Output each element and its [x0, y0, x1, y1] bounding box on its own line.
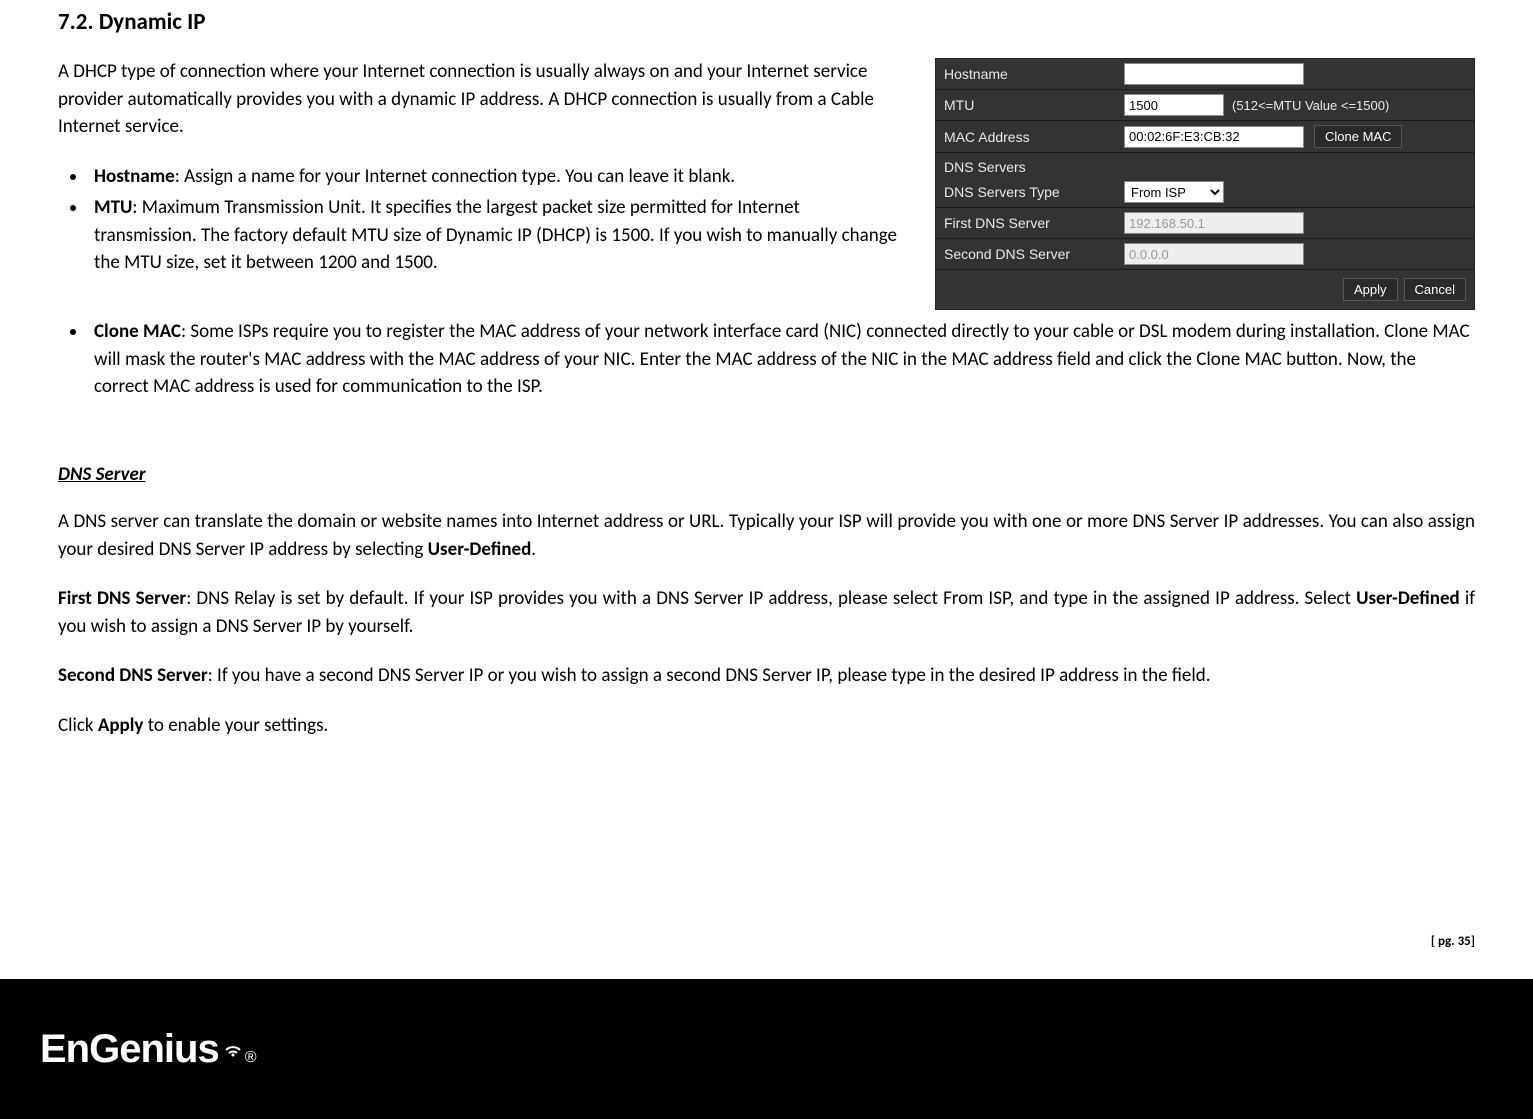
list-item: MTU: Maximum Transmission Unit. It speci…: [88, 194, 905, 277]
registered-mark: ®: [245, 1049, 257, 1067]
bullet-label: Clone MAC: [94, 320, 181, 343]
second-dns-input[interactable]: [1124, 243, 1304, 265]
dns-p2: First DNS Server: DNS Relay is set by de…: [58, 585, 1475, 640]
list-item: Hostname: Assign a name for your Interne…: [88, 163, 905, 191]
bullet-list-cont: Clone MAC: Some ISPs require you to regi…: [58, 318, 1475, 401]
section-number: 7.2.: [58, 8, 94, 36]
section-title: 7.2. Dynamic IP: [58, 8, 1475, 36]
dns-server-heading: DNS Server: [58, 461, 1475, 489]
dns-p1: A DNS server can translate the domain or…: [58, 508, 1475, 563]
router-config-panel: Hostname MTU (512<=MTU Value <=1500) MAC…: [935, 58, 1475, 310]
dns-type-label: DNS Servers Type: [944, 184, 1124, 200]
mtu-hint: (512<=MTU Value <=1500): [1232, 98, 1389, 113]
first-dns-input[interactable]: [1124, 212, 1304, 234]
bullet-list: Hostname: Assign a name for your Interne…: [58, 163, 905, 277]
footer-bar: EnGenius ®: [0, 979, 1533, 1119]
cancel-button[interactable]: Cancel: [1404, 278, 1466, 301]
mac-label: MAC Address: [944, 129, 1124, 145]
bullet-desc: : Assign a name for your Internet connec…: [175, 165, 735, 188]
bullet-desc: : Maximum Transmission Unit. It specifie…: [94, 196, 897, 274]
mtu-input[interactable]: [1124, 94, 1224, 116]
page-number: [ pg. 35]: [1431, 934, 1475, 949]
dns-servers-header: DNS Servers: [936, 153, 1474, 177]
wifi-icon: [223, 1038, 243, 1063]
second-dns-label: Second DNS Server: [944, 246, 1124, 262]
section-name: Dynamic IP: [99, 8, 206, 36]
list-item: Clone MAC: Some ISPs require you to regi…: [88, 318, 1475, 401]
apply-button[interactable]: Apply: [1343, 278, 1398, 301]
mac-input[interactable]: [1124, 126, 1304, 148]
bullet-label: Hostname: [94, 165, 175, 188]
dns-type-select[interactable]: From ISP: [1124, 181, 1224, 203]
hostname-label: Hostname: [944, 66, 1124, 82]
bullet-label: MTU: [94, 196, 132, 219]
clone-mac-button[interactable]: Clone MAC: [1314, 125, 1402, 148]
engenius-logo: EnGenius ®: [40, 1027, 257, 1072]
first-dns-label: First DNS Server: [944, 215, 1124, 231]
hostname-input[interactable]: [1124, 63, 1304, 85]
dns-p3: Second DNS Server: If you have a second …: [58, 662, 1475, 690]
mtu-label: MTU: [944, 97, 1124, 113]
intro-paragraph: A DHCP type of connection where your Int…: [58, 58, 905, 141]
dns-p4: Click Apply to enable your settings.: [58, 712, 1475, 740]
logo-text: EnGenius: [40, 1027, 219, 1072]
bullet-desc: : Some ISPs require you to register the …: [94, 320, 1470, 398]
